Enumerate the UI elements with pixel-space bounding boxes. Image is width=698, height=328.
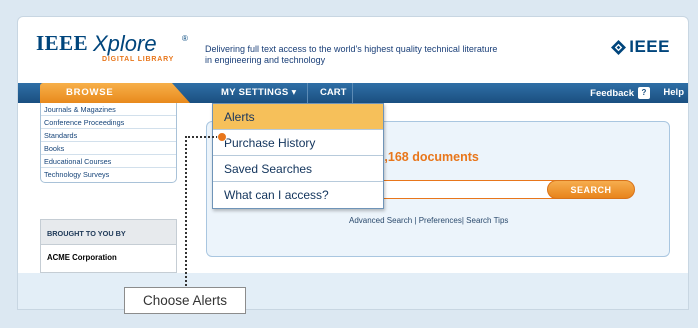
- browse-list: Journals & Magazines Conference Proceedi…: [40, 103, 177, 183]
- logo-xplore-text: Xplore: [93, 31, 157, 56]
- menu-item-alerts[interactable]: Alerts: [213, 104, 383, 130]
- ieee-diamond-icon: [611, 39, 627, 55]
- callout-dot-icon: [217, 132, 227, 142]
- browse-item-books[interactable]: Books: [41, 142, 176, 155]
- ieee-brand-text: IEEE: [629, 37, 670, 56]
- tab-my-settings[interactable]: MY SETTINGS ▾: [211, 83, 308, 103]
- link-separator: |: [414, 216, 417, 225]
- browse-item-surveys[interactable]: Technology Surveys: [41, 168, 176, 182]
- feedback-label: Feedback: [590, 87, 634, 99]
- page-bottom-area: [18, 273, 688, 309]
- ieee-brand-logo[interactable]: IEEE: [611, 37, 670, 57]
- preferences-link[interactable]: Preferences: [419, 216, 462, 225]
- help-link[interactable]: Help: [663, 87, 684, 98]
- menu-item-purchase-history[interactable]: Purchase History: [213, 130, 383, 156]
- search-tips-link[interactable]: Search Tips: [466, 216, 508, 225]
- search-links: Advanced Search | Preferences| Search Ti…: [349, 216, 508, 225]
- callout-connector-vertical: [185, 136, 187, 306]
- browse-item-conferences[interactable]: Conference Proceedings: [41, 116, 176, 129]
- feedback-link[interactable]: Feedback ?: [590, 87, 650, 99]
- subscriber-org-name: ACME Corporation: [47, 253, 117, 262]
- browse-item-courses[interactable]: Educational Courses: [41, 155, 176, 168]
- link-separator: |: [461, 216, 464, 225]
- tab-browse-label: BROWSE: [66, 87, 114, 98]
- tab-browse[interactable]: BROWSE: [40, 83, 190, 103]
- site-tagline: Delivering full text access to the world…: [205, 44, 498, 65]
- logo-ieee-text: IEEE: [36, 31, 89, 55]
- logo-digital-library-text: DIGITAL LIBRARY: [102, 56, 175, 63]
- menu-item-what-can-i-access[interactable]: What can I access?: [213, 182, 383, 208]
- callout-instruction-box: Choose Alerts: [124, 287, 246, 314]
- ieee-xplore-logo[interactable]: IEEE Xplore ® DIGITAL LIBRARY: [36, 31, 216, 75]
- brought-to-you-by-heading: BROUGHT TO YOU BY: [41, 220, 176, 245]
- browse-item-journals[interactable]: Journals & Magazines: [41, 103, 176, 116]
- menu-item-saved-searches[interactable]: Saved Searches: [213, 156, 383, 182]
- question-icon[interactable]: ?: [638, 87, 650, 99]
- browse-item-standards[interactable]: Standards: [41, 129, 176, 142]
- my-settings-dropdown: Alerts Purchase History Saved Searches W…: [212, 103, 384, 209]
- search-button[interactable]: SEARCH: [547, 180, 635, 199]
- browser-page: IEEE Xplore ® DIGITAL LIBRARY Delivering…: [17, 16, 689, 310]
- brought-to-you-by-panel: BROUGHT TO YOU BY ACME Corporation: [40, 219, 177, 273]
- main-navbar: BROWSE MY SETTINGS ▾ CART Feedback ? Hel…: [18, 83, 688, 103]
- callout-connector-horizontal: [185, 136, 218, 138]
- advanced-search-link[interactable]: Advanced Search: [349, 216, 412, 225]
- tab-cart[interactable]: CART: [314, 83, 354, 103]
- logo-registered-mark: ®: [182, 34, 188, 43]
